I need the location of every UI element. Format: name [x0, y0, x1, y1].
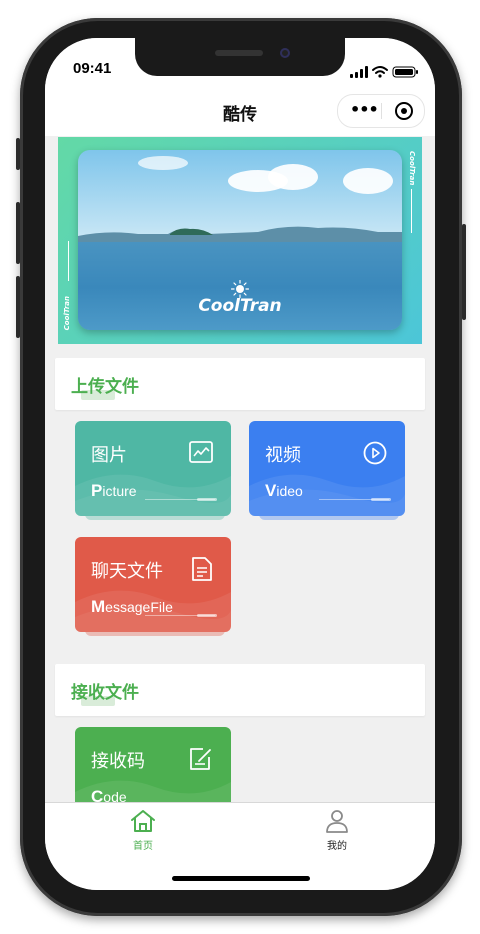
- speaker: [215, 50, 263, 56]
- upload-video-card[interactable]: 视频 Video: [249, 421, 405, 516]
- volume-down-button: [16, 276, 20, 338]
- upload-picture-card[interactable]: 图片 Picture: [75, 421, 231, 516]
- document-icon: [192, 557, 212, 581]
- card-subtitle-rest: ideo: [276, 483, 303, 499]
- banner-side-line-left: [68, 241, 69, 281]
- upload-section-title: 上传文件: [71, 377, 139, 397]
- card-subtitle-initial: V: [265, 481, 277, 500]
- card-decor-bar: [197, 498, 217, 501]
- card-title: 图片: [91, 445, 127, 466]
- mute-switch: [16, 138, 20, 170]
- battery-icon: [392, 66, 418, 78]
- card-subtitle: Video: [265, 481, 303, 501]
- mini-program-capsule: •••: [337, 94, 425, 128]
- tab-home-label: 首页: [133, 841, 153, 852]
- upload-chat-file-card[interactable]: 聊天文件 MessageFile: [75, 537, 231, 632]
- status-time: 09:41: [73, 60, 112, 77]
- hills: [78, 226, 402, 242]
- card-subtitle-initial: M: [91, 597, 106, 616]
- card-subtitle: MessageFile: [91, 597, 173, 617]
- cloud: [343, 168, 393, 194]
- cloud: [138, 156, 188, 170]
- close-circle-icon[interactable]: [395, 102, 413, 120]
- banner-brand: CoolTran: [198, 296, 282, 316]
- banner-image: CoolTran: [78, 150, 402, 330]
- image-icon: [189, 441, 213, 463]
- card-decor-bar: [371, 498, 391, 501]
- capsule-divider: [381, 103, 382, 119]
- tab-home[interactable]: 首页: [93, 809, 193, 852]
- banner-side-line-right: [411, 189, 412, 233]
- receive-section-title: 接收文件: [71, 683, 139, 703]
- home-icon: [131, 810, 155, 832]
- volume-up-button: [16, 202, 20, 264]
- banner[interactable]: CoolTran CoolTran CoolTran: [58, 137, 422, 344]
- card-title: 视频: [265, 445, 301, 466]
- power-button: [462, 224, 466, 320]
- tab-mine-label: 我的: [327, 841, 347, 852]
- wifi-icon: [372, 66, 388, 74]
- play-icon: [363, 441, 387, 465]
- cloud: [268, 164, 318, 190]
- card-subtitle-rest: icture: [102, 483, 137, 499]
- navigation-bar: 酷传 •••: [45, 88, 435, 136]
- receive-section-header: 接收文件: [55, 664, 425, 716]
- card-title: 聊天文件: [91, 561, 163, 582]
- banner-side-text-left: CoolTran: [63, 295, 71, 330]
- screen: 09:41 酷传 ••• CoolTran CoolTran CoolTran …: [45, 38, 435, 890]
- notch: [135, 38, 345, 76]
- tab-mine[interactable]: 我的: [287, 809, 387, 852]
- card-title: 接收码: [91, 751, 145, 772]
- card-subtitle: Picture: [91, 481, 137, 501]
- upload-section-header: 上传文件: [55, 358, 425, 410]
- status-icons: [350, 64, 420, 83]
- card-decor-bar: [197, 614, 217, 617]
- camera: [280, 48, 290, 58]
- home-indicator[interactable]: [172, 876, 310, 881]
- signal-icon: [350, 66, 368, 78]
- banner-side-text-right: CoolTran: [408, 151, 416, 186]
- more-icon[interactable]: •••: [350, 102, 379, 118]
- user-icon: [326, 810, 348, 833]
- card-subtitle-rest: essageFile: [105, 599, 173, 615]
- edit-icon: [190, 748, 211, 770]
- card-subtitle-initial: P: [91, 481, 103, 500]
